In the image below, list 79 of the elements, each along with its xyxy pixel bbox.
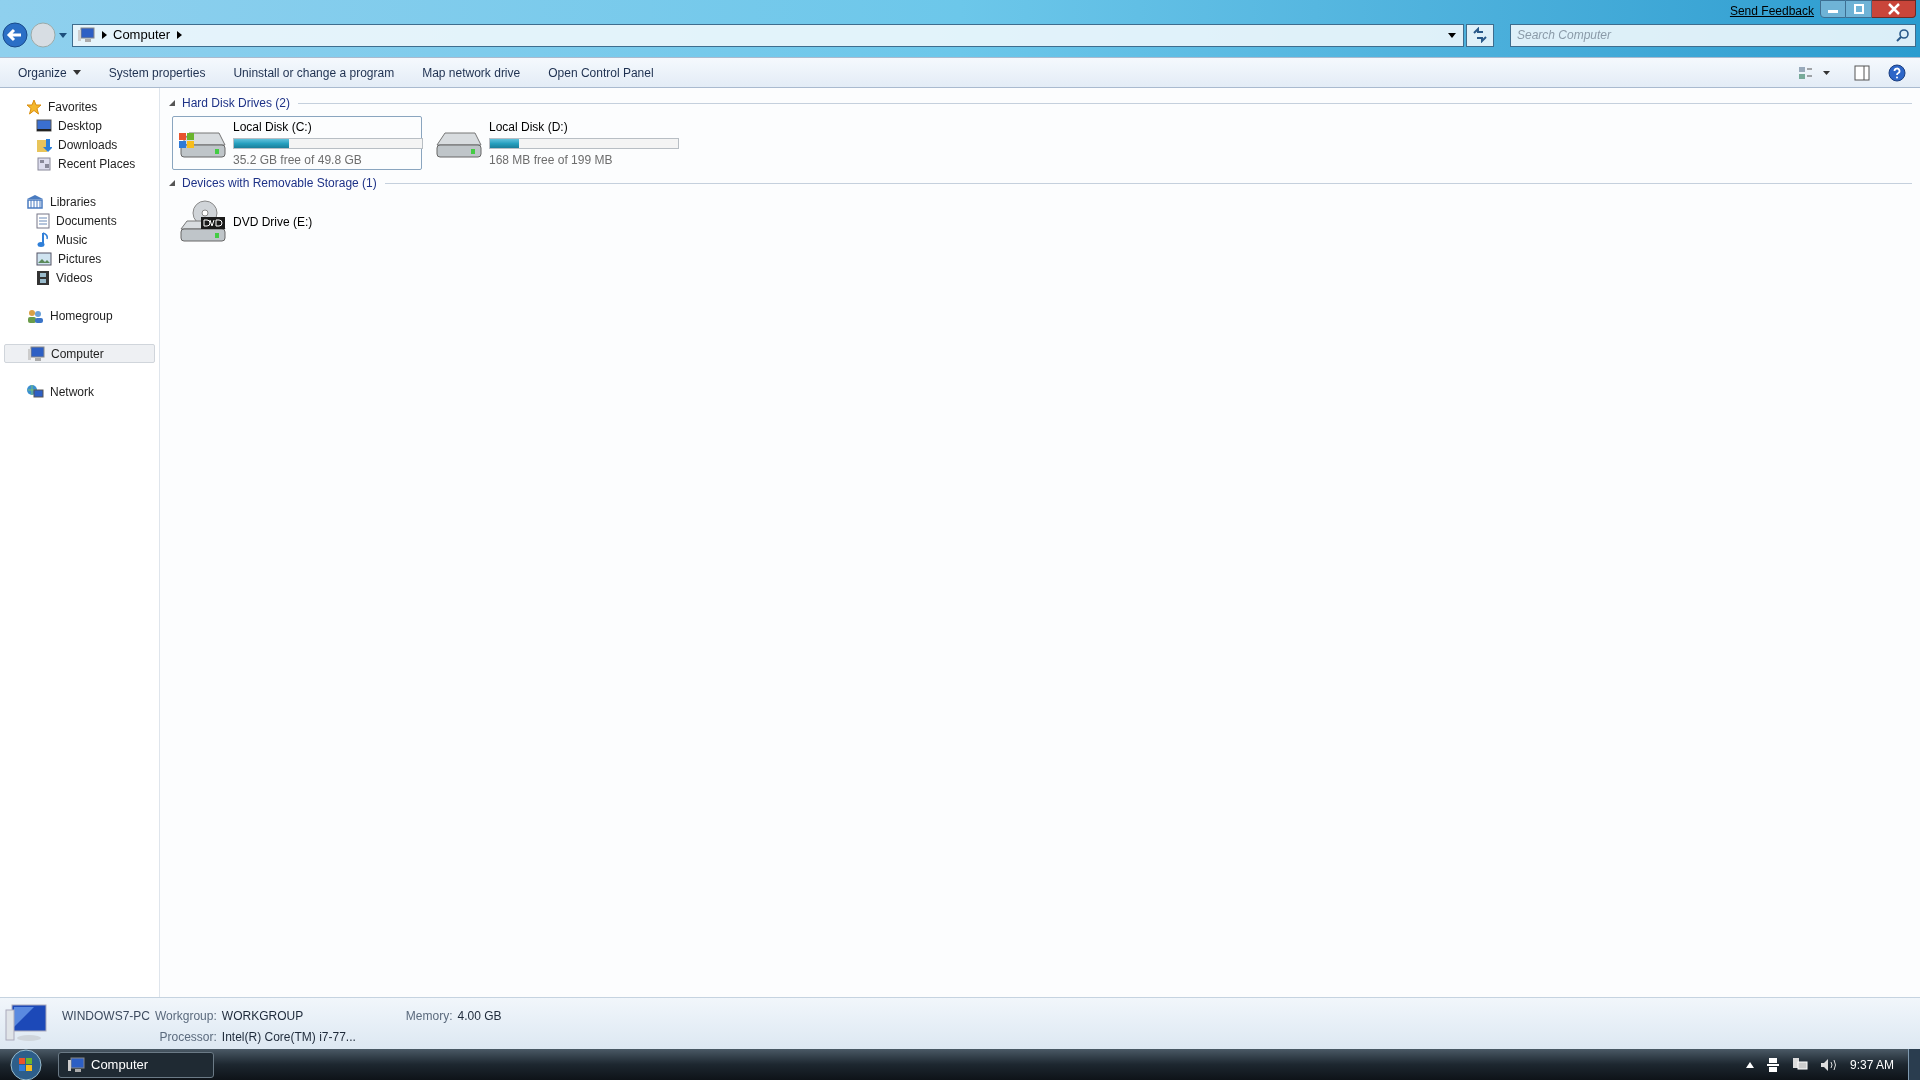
drive-name: DVD Drive (E:) [233, 214, 313, 231]
drive-name: Local Disk (C:) [233, 118, 313, 136]
minimize-icon [1828, 10, 1838, 13]
toolbar-button[interactable]: Open Control Panel [538, 59, 664, 86]
search-icon [1896, 27, 1910, 42]
caret-icon [72, 70, 81, 75]
library-icon [26, 193, 44, 210]
recent-pages-caret-icon[interactable] [58, 31, 68, 39]
dropdown-caret-icon[interactable] [1447, 31, 1457, 39]
taskbar-button[interactable]: Computer [58, 1051, 214, 1078]
field-label: Workgroup: [155, 1008, 217, 1025]
sidebar-item[interactable]: Downloads [4, 135, 155, 154]
refresh-button[interactable] [1466, 23, 1494, 47]
recent-places-icon [36, 155, 52, 172]
people-icon [26, 307, 44, 324]
network-icon[interactable] [1791, 1056, 1808, 1073]
preview-pane-button[interactable] [1854, 64, 1870, 81]
desktop-icon [36, 118, 52, 133]
sidebar-item[interactable]: Desktop [4, 116, 155, 135]
toolbar-button[interactable]: Organize [8, 59, 91, 86]
field-value: 4.00 GB [457, 1008, 502, 1025]
globe-computer-icon [26, 383, 44, 400]
sidebar-item[interactable]: Videos [4, 268, 155, 287]
sidebar-item[interactable]: Computer [4, 344, 155, 363]
restore-icon [1853, 4, 1864, 14]
free-space-text: 35.2 GB free of 49.8 GB [233, 151, 363, 169]
minimize-button[interactable] [1820, 0, 1846, 18]
clock[interactable]: 9:37 AM [1849, 1055, 1894, 1074]
film-icon [36, 269, 50, 286]
sidebar-item[interactable]: Homegroup [4, 306, 155, 325]
free-space-text: 168 MB free of 199 MB [489, 151, 614, 169]
speaker-icon[interactable] [1819, 1057, 1838, 1072]
sidebar-item[interactable]: Documents [4, 211, 155, 230]
computer-icon [67, 1056, 85, 1073]
back-button[interactable] [2, 22, 28, 48]
restore-button[interactable] [1846, 0, 1872, 18]
send-feedback-link[interactable]: Send Feedback [1729, 2, 1814, 20]
drive-name: Local Disk (D:) [489, 118, 569, 136]
group-header[interactable]: Devices with Removable Storage (1) [182, 174, 377, 192]
document-icon [36, 212, 50, 229]
sidebar-item[interactable]: Network [4, 382, 155, 401]
sidebar-item[interactable]: Favorites [4, 97, 155, 116]
breadcrumb-arrow-icon[interactable] [99, 30, 109, 40]
dvd-drive-icon [177, 199, 227, 245]
field-value: Intel(R) Core(TM) i7-77... [221, 1029, 356, 1046]
drive-tile[interactable]: Local Disk (D:) 168 MB free of 199 MB [428, 116, 678, 170]
collapse-arrow-icon[interactable] [168, 179, 176, 187]
drive-tile[interactable]: DVD Drive (E:) [172, 196, 422, 248]
sidebar-item[interactable]: Music [4, 230, 155, 249]
drive-tile[interactable]: Local Disk (C:) 35.2 GB free of 49.8 GB [172, 116, 422, 170]
show-hidden-icons-button[interactable] [1745, 1061, 1754, 1068]
computer-icon [77, 27, 95, 43]
computer-icon [4, 1002, 50, 1044]
sidebar-item[interactable]: Libraries [4, 192, 155, 211]
show-desktop-button[interactable] [1908, 1049, 1920, 1080]
breadcrumb-item[interactable]: Computer [113, 25, 171, 45]
change-view-button[interactable] [1798, 64, 1832, 81]
field-label: Memory: [405, 1008, 453, 1025]
close-button[interactable] [1872, 0, 1916, 18]
action-center-icon[interactable] [1765, 1056, 1780, 1073]
star-icon [26, 98, 42, 115]
download-folder-icon [36, 136, 52, 153]
field-value: WORKGROUP [221, 1008, 305, 1025]
computer-icon [27, 345, 45, 362]
picture-icon [36, 251, 52, 266]
address-bar[interactable]: Computer [72, 23, 1464, 47]
toolbar-button[interactable]: System properties [98, 59, 216, 86]
music-note-icon [36, 231, 50, 248]
collapse-arrow-icon[interactable] [168, 99, 176, 107]
close-icon [1887, 3, 1900, 15]
sidebar-item[interactable]: Pictures [4, 249, 155, 268]
toolbar-button[interactable]: Uninstall or change a program [223, 59, 405, 86]
search-field[interactable]: Search Computer [1510, 23, 1916, 47]
help-button[interactable] [1888, 63, 1906, 82]
toolbar-button[interactable]: Map network drive [412, 59, 531, 86]
field-label: Processor: [158, 1029, 217, 1046]
computer-name: WINDOWS7-PC [62, 1008, 150, 1025]
group-header[interactable]: Hard Disk Drives (2) [182, 94, 290, 112]
sidebar-item[interactable]: Recent Places [4, 154, 155, 173]
